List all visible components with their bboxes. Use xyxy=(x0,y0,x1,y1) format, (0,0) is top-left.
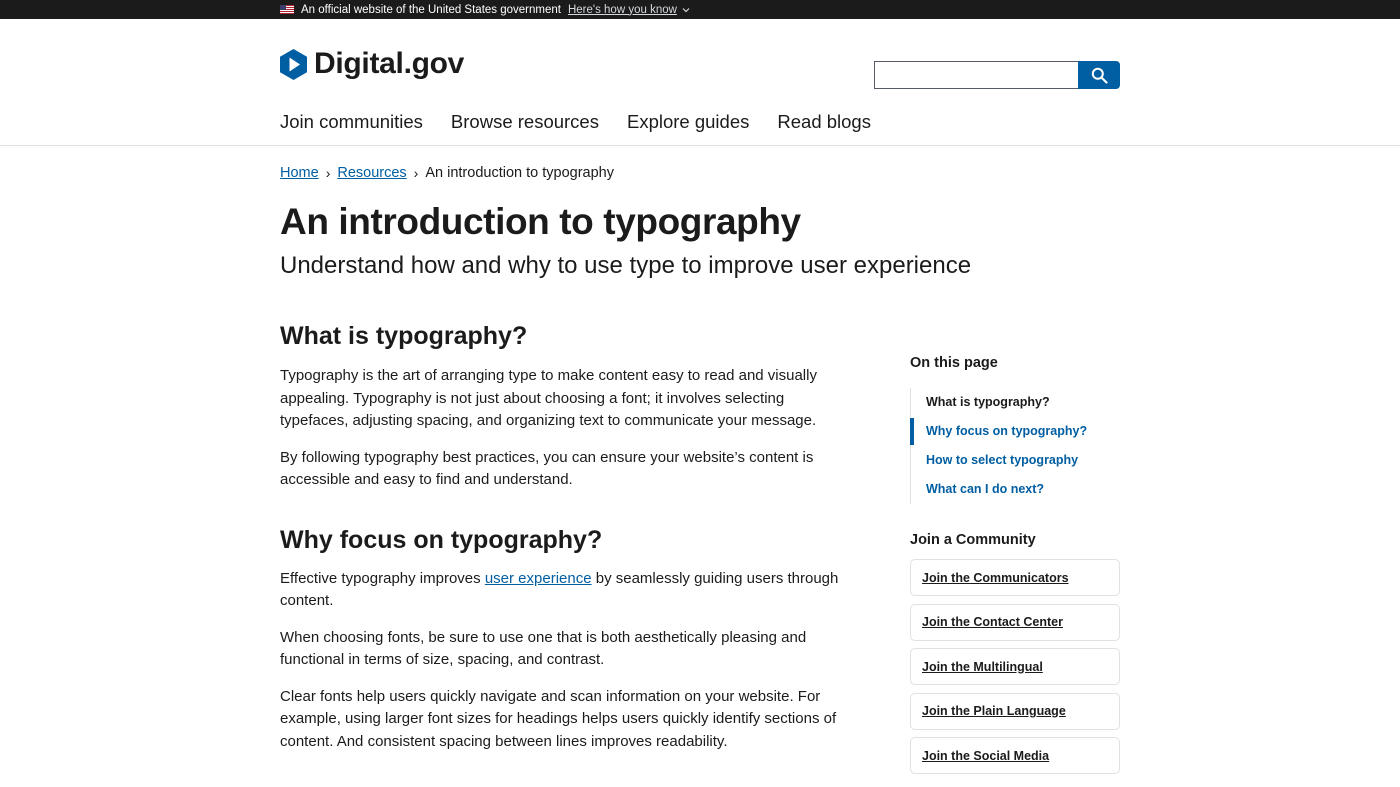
gov-banner: An official website of the United States… xyxy=(0,0,1400,19)
on-this-page-heading: On this page xyxy=(910,355,998,371)
main-content: What is typography? Typography is the ar… xyxy=(280,322,840,753)
sidebar: On this page What is typography? Why foc… xyxy=(910,355,1120,774)
paragraph: Typography is the art of arranging type … xyxy=(280,367,817,429)
page-subtitle: Understand how and why to use type to im… xyxy=(280,252,972,279)
breadcrumb-current: An introduction to typography xyxy=(425,165,614,181)
paragraph: Clear fonts help users quickly navigate … xyxy=(280,687,837,750)
chevron-down-icon xyxy=(682,7,690,12)
heres-how-you-know-label: Here's how you know xyxy=(567,3,677,16)
search-icon xyxy=(1091,67,1108,84)
community-link-plain-language[interactable]: Join the Plain Language xyxy=(922,704,1066,718)
paragraph: By following typography best practices, … xyxy=(280,448,814,489)
section-heading-why-focus: Why focus on typography? xyxy=(280,525,603,554)
us-flag-icon xyxy=(280,5,294,14)
toc-item-how-to-select[interactable]: How to select typography xyxy=(911,446,1120,475)
community-link-social-media[interactable]: Join the Social Media xyxy=(922,749,1049,763)
nav-item-browse-resources[interactable]: Browse resources xyxy=(451,111,599,133)
breadcrumb-chevron-icon: › xyxy=(325,165,331,181)
breadcrumb-chevron-icon: › xyxy=(413,165,419,181)
community-card[interactable]: Join the Communicators xyxy=(910,559,1120,596)
community-link-contact-center[interactable]: Join the Contact Center xyxy=(922,615,1063,629)
community-card[interactable]: Join the Social Media xyxy=(910,737,1120,774)
gov-banner-inner: An official website of the United States… xyxy=(280,0,690,19)
toc-item-why-focus[interactable]: Why focus on typography? xyxy=(910,417,1120,446)
site-logo[interactable]: Digital.gov xyxy=(280,47,464,81)
community-link-multilingual[interactable]: Join the Multilingual xyxy=(922,660,1043,674)
community-card[interactable]: Join the Multilingual xyxy=(910,648,1120,685)
header-divider xyxy=(0,145,1400,146)
section-heading-what-is-typography: What is typography? xyxy=(280,322,528,350)
paragraph: When choosing fonts, be sure to use one … xyxy=(280,628,807,669)
search-button[interactable] xyxy=(1078,61,1120,89)
page-title: An introduction to typography xyxy=(280,201,801,242)
nav-item-read-blogs[interactable]: Read blogs xyxy=(777,111,871,133)
join-community-heading: Join a Community xyxy=(910,532,1036,548)
paragraph: Effective typography improves user exper… xyxy=(280,568,840,613)
community-card[interactable]: Join the Contact Center xyxy=(910,603,1120,641)
breadcrumb-resources-link[interactable]: Resources xyxy=(337,165,406,181)
digital-gov-logo-icon xyxy=(280,48,307,80)
nav-item-join-communities[interactable]: Join communities xyxy=(280,111,423,133)
on-this-page-nav: What is typography? Why focus on typogra… xyxy=(910,388,1120,504)
user-experience-link[interactable]: user experience xyxy=(485,570,592,587)
community-card[interactable]: Join the Plain Language xyxy=(910,692,1120,730)
paragraph-text: Effective typography improves xyxy=(280,569,485,587)
toc-item-what-is-typography[interactable]: What is typography? xyxy=(911,388,1120,417)
site-logo-text: Digital.gov xyxy=(314,47,465,80)
community-list: Join the Communicators Join the Contact … xyxy=(910,559,1120,782)
community-link-communicators[interactable]: Join the Communicators xyxy=(922,571,1069,585)
heres-how-you-know-link[interactable]: Here's how you know xyxy=(568,4,690,16)
nav-item-explore-guides[interactable]: Explore guides xyxy=(627,111,749,133)
breadcrumb: Home › Resources › An introduction to ty… xyxy=(280,165,614,181)
gov-banner-text: An official website of the United States… xyxy=(301,3,561,16)
breadcrumb-home-link[interactable]: Home xyxy=(280,165,319,181)
toc-item-what-next[interactable]: What can I do next? xyxy=(911,475,1120,504)
search-input[interactable] xyxy=(874,61,1079,89)
primary-nav: Join communities Browse resources Explor… xyxy=(280,111,899,133)
